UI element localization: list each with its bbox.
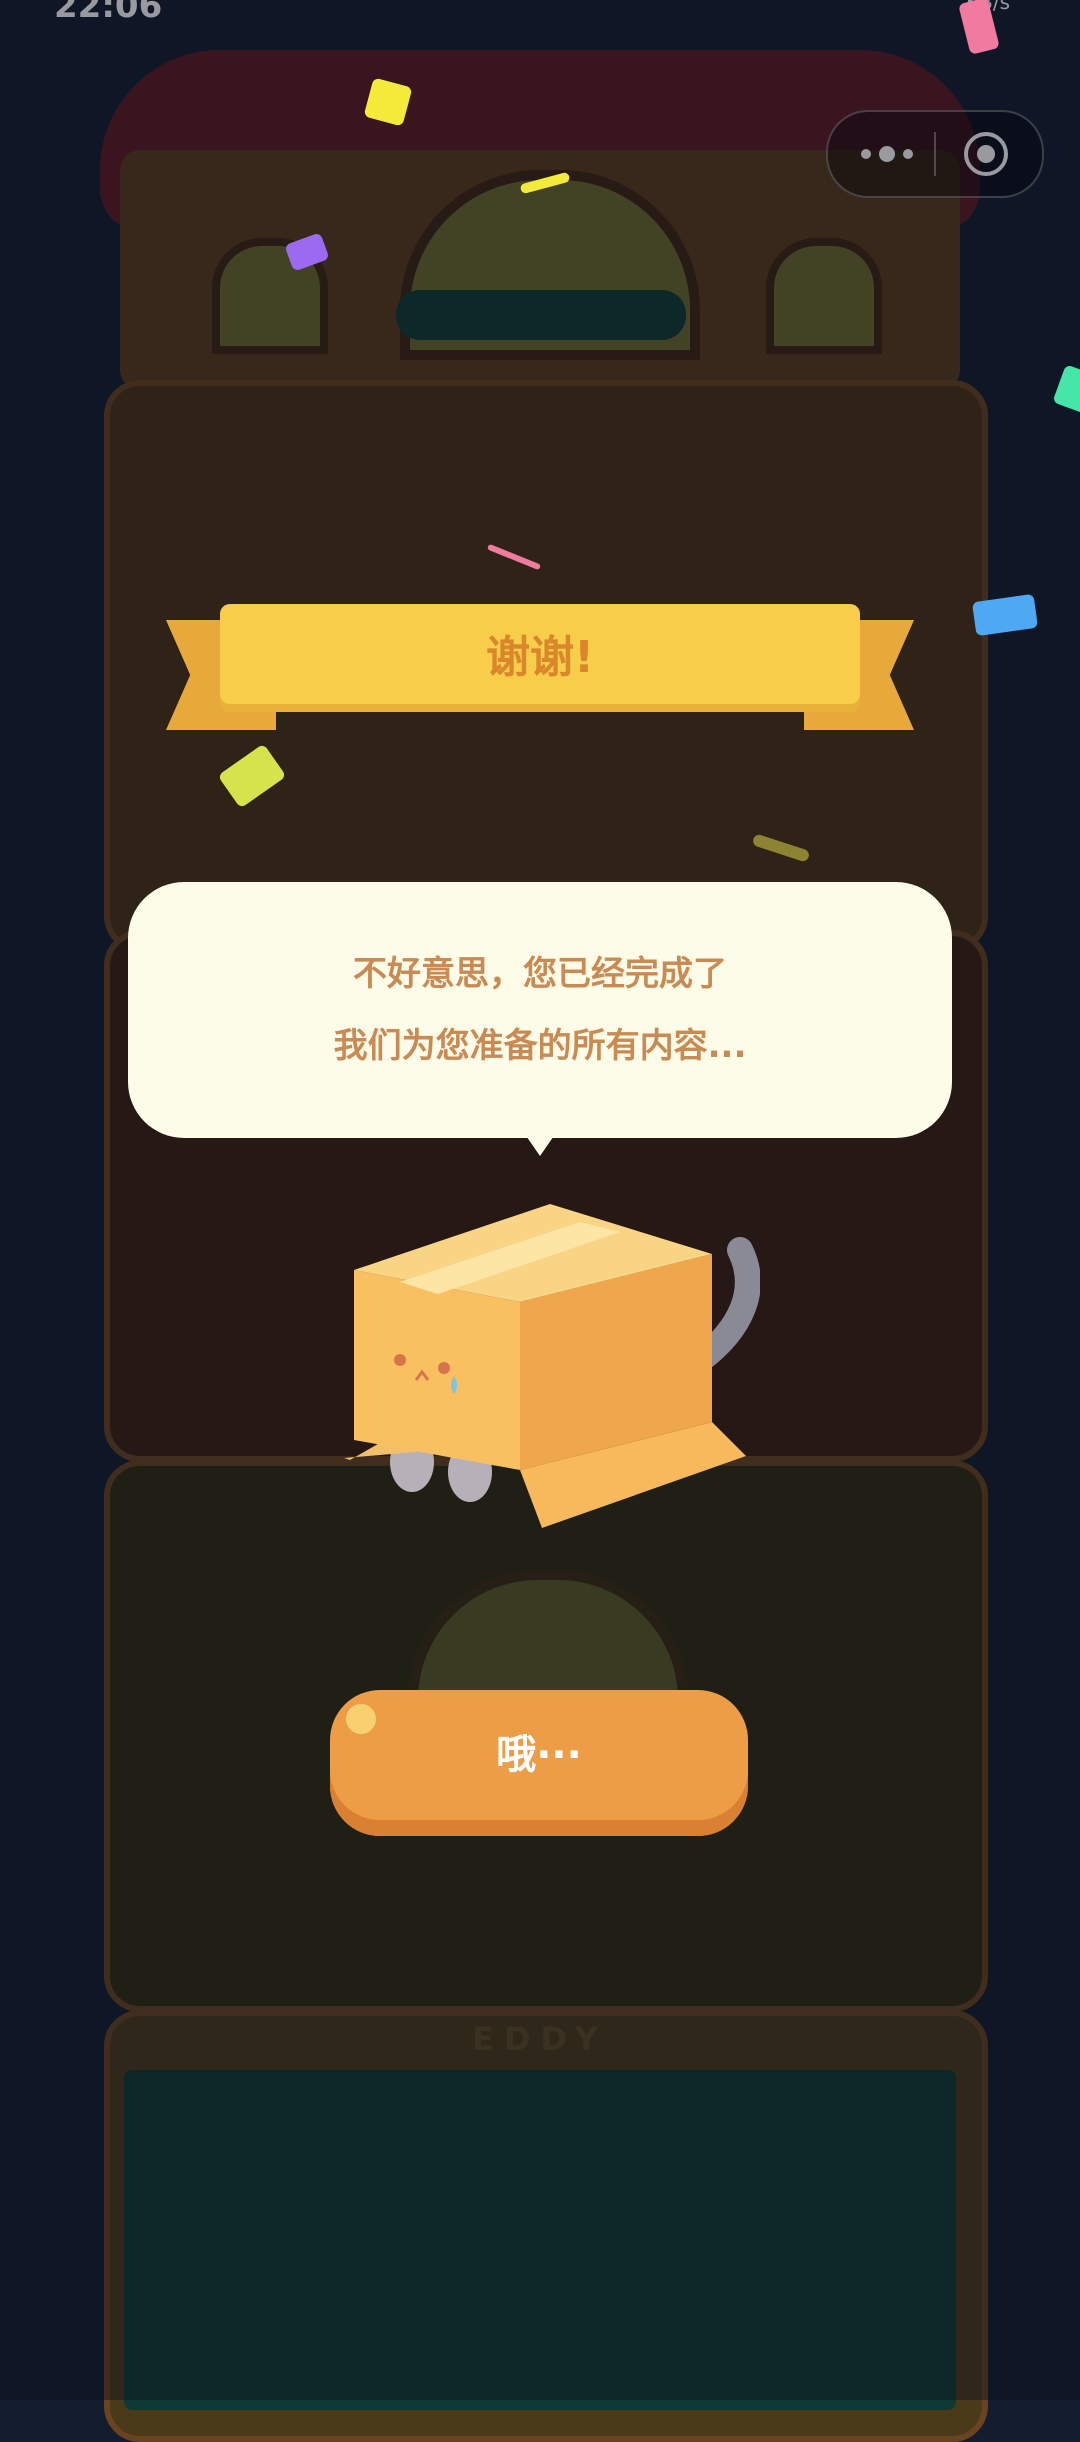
dialog-line-1: 不好意思，您已经完成了 <box>353 954 727 994</box>
confirm-button-label: 哦··· <box>496 1732 582 1778</box>
dialog-line-2: 我们为您准备的所有内容... <box>333 1026 747 1066</box>
box-front <box>354 1270 520 1470</box>
box-eye-left <box>394 1354 406 1366</box>
ribbon-title: 谢谢! <box>485 632 595 683</box>
box-character <box>344 1204 760 1528</box>
speech-bubble <box>128 882 952 1138</box>
box-eye-right <box>438 1362 450 1374</box>
